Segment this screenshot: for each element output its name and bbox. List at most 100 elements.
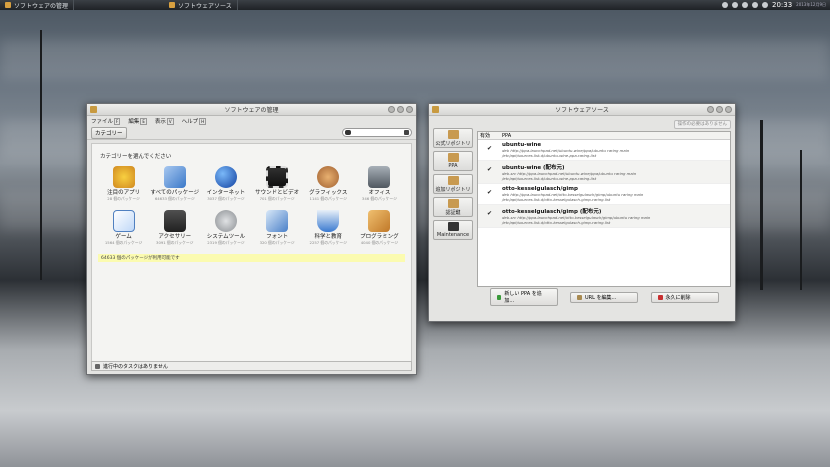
- window-title: ソフトウェアソース: [555, 107, 609, 114]
- system-tray: 20:33 2013年12月9日: [721, 1, 830, 9]
- statusbar: 進行中のタスクはありません: [91, 361, 412, 371]
- side-additional-repos[interactable]: 追加リポジトリ: [433, 174, 473, 194]
- category-internet[interactable]: インターネット 3037 個のパッケージ: [200, 166, 251, 202]
- taskbar: ソフトウェアの管理 ソフトウェアソース 20:33 2013年12月9日: [0, 0, 830, 10]
- package-icon: [169, 2, 176, 8]
- search-input[interactable]: [342, 128, 412, 137]
- edit-icon: [577, 294, 582, 300]
- menu-file[interactable]: ファイル F: [91, 117, 121, 125]
- ppa-row[interactable]: ✔ ubuntu-wine (配布元) deb-src http://ppa.la…: [478, 161, 730, 184]
- key-icon: [447, 198, 459, 208]
- plus-icon: [496, 294, 502, 300]
- add-ppa-button[interactable]: 新しい PPA を追加...: [489, 288, 558, 306]
- software-sources-window: ソフトウェアソース 公式リポジトリ PPA 追加リポジトリ 認証鍵 Mainte…: [428, 103, 736, 322]
- ppa-row[interactable]: ✔ otto-kesselgulasch/gimp deb http://ppa.…: [478, 184, 730, 205]
- menu-help[interactable]: ヘルプ H: [182, 117, 207, 125]
- palette-icon: [317, 166, 340, 188]
- category-games[interactable]: ゲーム 1564 個のパッケージ: [98, 210, 149, 246]
- tray-icon[interactable]: [761, 2, 768, 8]
- packages-icon: [163, 166, 186, 188]
- breadcrumb-categories[interactable]: カテゴリー: [91, 126, 127, 139]
- gear-icon: [214, 210, 237, 232]
- tray-icon[interactable]: [751, 2, 758, 8]
- film-icon: [266, 166, 289, 188]
- tasks-icon: [95, 363, 100, 369]
- column-enabled[interactable]: 有効: [478, 132, 502, 139]
- side-maintenance[interactable]: Maintenance: [433, 220, 473, 240]
- package-count-notice: 64633 個のパッケージが利用可能です: [98, 254, 405, 262]
- category-programming[interactable]: プログラミング 4040 個のパッケージ: [354, 210, 405, 246]
- category-science[interactable]: 科学と教育 2257 個のパッケージ: [303, 210, 354, 246]
- wallpaper-tree: [800, 150, 802, 290]
- package-icon: [5, 2, 11, 8]
- menubar: ファイル F 編集 E 表示 V ヘルプ H: [87, 116, 416, 126]
- tray-icon[interactable]: [721, 2, 728, 8]
- minimize-button[interactable]: [707, 106, 714, 113]
- column-ppa[interactable]: PPA: [502, 133, 511, 139]
- checkbox-checked[interactable]: ✔: [487, 167, 493, 173]
- terminal-icon: [163, 210, 186, 232]
- wallpaper-cloud: [0, 40, 830, 80]
- cards-icon: [112, 210, 135, 232]
- ppa-actions: 新しい PPA を追加... URL を編集... 永久に削除: [477, 288, 731, 306]
- titlebar[interactable]: ソフトウェアソース: [429, 104, 735, 116]
- category-grid: 注目のアプリ 28 個のパッケージ すべてのパッケージ 64633 個のパッケージ …: [92, 164, 411, 248]
- side-official-repos[interactable]: 公式リポジトリ: [433, 128, 473, 148]
- tray-icon[interactable]: [741, 2, 748, 8]
- category-all-packages[interactable]: すべてのパッケージ 64633 個のパッケージ: [149, 166, 200, 202]
- toolbar: カテゴリー: [87, 126, 416, 140]
- app-icon[interactable]: [90, 106, 97, 113]
- globe-icon: [214, 166, 237, 188]
- package-icon: [447, 153, 459, 162]
- close-button[interactable]: [725, 106, 732, 113]
- maintenance-icon: [447, 222, 459, 231]
- menu-view[interactable]: 表示 V: [155, 117, 174, 125]
- category-featured[interactable]: 注目のアプリ 28 個のパッケージ: [98, 166, 149, 202]
- ppa-row[interactable]: ✔ otto-kesselgulasch/gimp (配布元) deb-src h…: [478, 205, 730, 228]
- category-office[interactable]: オフィス 346 個のパッケージ: [354, 166, 405, 202]
- window-title: ソフトウェアの管理: [224, 107, 279, 114]
- category-accessories[interactable]: アクセサリー 3091 個のパッケージ: [149, 210, 200, 246]
- clock[interactable]: 20:33: [772, 1, 792, 9]
- hammer-icon: [368, 210, 391, 232]
- tray-icon[interactable]: [731, 2, 738, 8]
- category-sound-video[interactable]: サウンドとビデオ 701 個のパッケージ: [252, 166, 303, 202]
- wallpaper-tree: [760, 120, 763, 290]
- checkbox-checked[interactable]: ✔: [487, 211, 493, 217]
- checkbox-checked[interactable]: ✔: [487, 190, 493, 196]
- clear-icon[interactable]: [404, 130, 409, 135]
- sources-sidebar: 公式リポジトリ PPA 追加リポジトリ 認証鍵 Maintenance: [433, 120, 473, 304]
- maximize-button[interactable]: [397, 106, 404, 113]
- date: 2013年12月9日: [796, 2, 826, 7]
- taskbar-item-sources[interactable]: ソフトウェアソース: [164, 0, 238, 10]
- flask-icon: [317, 210, 340, 232]
- edit-url-button[interactable]: URL を編集...: [570, 291, 638, 303]
- typewriter-icon: [368, 166, 391, 188]
- checkbox-checked[interactable]: ✔: [487, 146, 493, 152]
- package-icon: [447, 175, 459, 185]
- delete-icon: [657, 294, 663, 300]
- titlebar[interactable]: ソフトウェアの管理: [87, 104, 416, 116]
- close-button[interactable]: [406, 106, 413, 113]
- taskbar-item-manager[interactable]: ソフトウェアの管理: [0, 0, 75, 10]
- wallpaper-tree: [40, 30, 42, 280]
- sources-body: 公式リポジトリ PPA 追加リポジトリ 認証鍵 Maintenance 操作の必…: [429, 116, 735, 308]
- no-changes-button[interactable]: 操作の必要はありません: [673, 120, 731, 129]
- status-text: 進行中のタスクはありません: [103, 363, 168, 370]
- ppa-list-header: 有効 PPA: [478, 132, 730, 140]
- remove-ppa-button[interactable]: 永久に削除: [650, 291, 719, 303]
- sources-main: 操作の必要はありません 有効 PPA ✔ ubuntu-wine deb http…: [477, 120, 731, 306]
- app-icon[interactable]: [432, 106, 439, 113]
- side-ppa[interactable]: PPA: [433, 151, 473, 171]
- category-system-tools[interactable]: システムツール 2319 個のパッケージ: [200, 210, 251, 246]
- category-fonts[interactable]: フォント 320 個のパッケージ: [252, 210, 303, 246]
- ppa-row[interactable]: ✔ ubuntu-wine deb http://ppa.launchpad.ne…: [478, 140, 730, 161]
- package-icon: [447, 129, 459, 139]
- category-graphics[interactable]: グラフィックス 1141 個のパッケージ: [303, 166, 354, 202]
- minimize-button[interactable]: [388, 106, 395, 113]
- font-icon: [266, 210, 289, 232]
- side-auth-keys[interactable]: 認証鍵: [433, 197, 473, 217]
- maximize-button[interactable]: [716, 106, 723, 113]
- menu-edit[interactable]: 編集 E: [128, 117, 147, 125]
- ppa-list: 有効 PPA ✔ ubuntu-wine deb http://ppa.launc…: [477, 131, 731, 287]
